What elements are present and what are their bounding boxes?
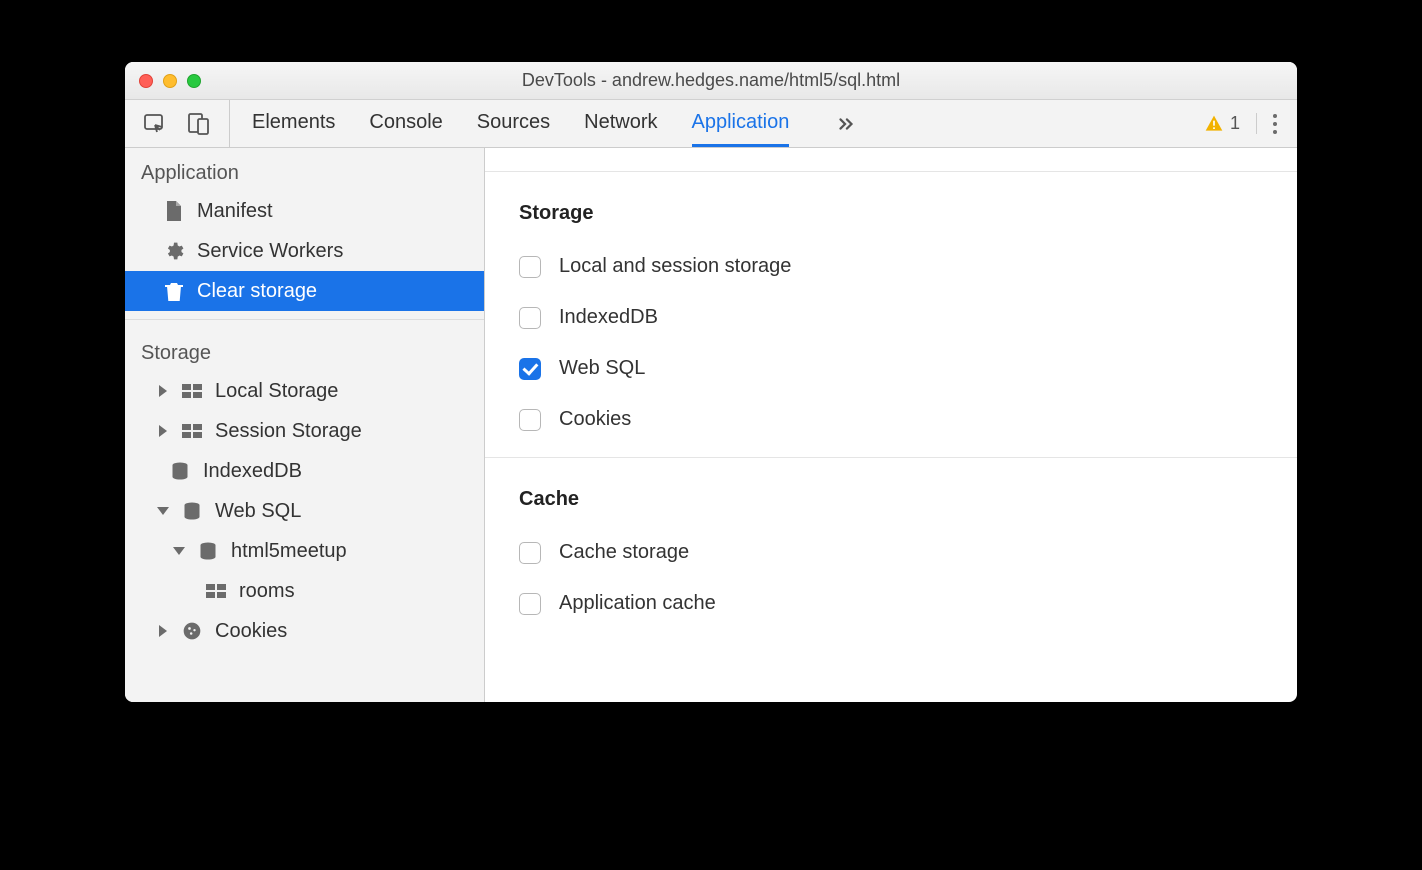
sidebar-item-session-storage[interactable]: Session Storage bbox=[125, 411, 484, 451]
trash-icon bbox=[163, 281, 185, 301]
storage-icon bbox=[181, 424, 203, 438]
checkbox-label: Application cache bbox=[559, 592, 716, 615]
checkbox-app-cache[interactable] bbox=[519, 593, 541, 615]
checkbox-row-cache-storage[interactable]: Cache storage bbox=[519, 527, 1263, 578]
checkbox-row-app-cache[interactable]: Application cache bbox=[519, 578, 1263, 629]
database-icon bbox=[197, 541, 219, 561]
toolbar-left bbox=[125, 100, 230, 147]
checkbox-label: Cache storage bbox=[559, 541, 689, 564]
checkbox-web-sql[interactable] bbox=[519, 358, 541, 380]
tab-elements[interactable]: Elements bbox=[252, 100, 335, 147]
sidebar-item-label: IndexedDB bbox=[203, 460, 302, 483]
database-icon bbox=[181, 501, 203, 521]
section-storage: Storage Local and session storage Indexe… bbox=[485, 172, 1297, 458]
device-toolbar-icon[interactable] bbox=[187, 112, 211, 136]
storage-icon bbox=[181, 384, 203, 398]
checkbox-label: Web SQL bbox=[559, 357, 645, 380]
sidebar-item-manifest[interactable]: Manifest bbox=[125, 191, 484, 231]
main-content: Application Manifest Service Workers Cle… bbox=[125, 148, 1297, 702]
sidebar-item-label: Clear storage bbox=[197, 280, 317, 303]
checkbox-cookies[interactable] bbox=[519, 409, 541, 431]
sidebar-item-web-sql-database[interactable]: html5meetup bbox=[125, 531, 484, 571]
checkbox-row-indexeddb[interactable]: IndexedDB bbox=[519, 292, 1263, 343]
window-title: DevTools - andrew.hedges.name/html5/sql.… bbox=[125, 70, 1297, 91]
window-close-button[interactable] bbox=[139, 74, 153, 88]
sidebar-item-clear-storage[interactable]: Clear storage bbox=[125, 271, 484, 311]
file-icon bbox=[163, 201, 185, 221]
checkbox-cache-storage[interactable] bbox=[519, 542, 541, 564]
sidebar-item-cookies[interactable]: Cookies bbox=[125, 611, 484, 651]
sidebar-item-web-sql[interactable]: Web SQL bbox=[125, 491, 484, 531]
collapse-icon[interactable] bbox=[173, 547, 185, 555]
sidebar-section-application: Application bbox=[125, 148, 484, 191]
tab-console[interactable]: Console bbox=[369, 100, 442, 147]
sidebar-item-label: Local Storage bbox=[215, 380, 338, 403]
sidebar-item-label: Cookies bbox=[215, 620, 287, 643]
main-header-strip bbox=[485, 148, 1297, 172]
checkbox-local-session[interactable] bbox=[519, 256, 541, 278]
traffic-lights bbox=[139, 74, 201, 88]
expand-icon[interactable] bbox=[157, 625, 169, 637]
sidebar-item-label: Manifest bbox=[197, 200, 273, 223]
devtools-window: DevTools - andrew.hedges.name/html5/sql.… bbox=[125, 62, 1297, 702]
checkbox-row-cookies[interactable]: Cookies bbox=[519, 394, 1263, 445]
expand-icon[interactable] bbox=[157, 385, 169, 397]
checkbox-indexeddb[interactable] bbox=[519, 307, 541, 329]
sidebar-item-web-sql-table[interactable]: rooms bbox=[125, 571, 484, 611]
sidebar-item-service-workers[interactable]: Service Workers bbox=[125, 231, 484, 271]
toolbar-tabs: Elements Console Sources Network Applica… bbox=[230, 100, 857, 147]
database-icon bbox=[169, 461, 191, 481]
sidebar-item-label: Web SQL bbox=[215, 500, 301, 523]
window-minimize-button[interactable] bbox=[163, 74, 177, 88]
sidebar-item-indexeddb[interactable]: IndexedDB bbox=[125, 451, 484, 491]
sidebar: Application Manifest Service Workers Cle… bbox=[125, 148, 485, 702]
sidebar-item-label: rooms bbox=[239, 580, 295, 603]
tab-network[interactable]: Network bbox=[584, 100, 657, 147]
gear-icon bbox=[163, 241, 185, 261]
settings-menu-icon[interactable] bbox=[1273, 114, 1277, 134]
tab-sources[interactable]: Sources bbox=[477, 100, 550, 147]
expand-icon[interactable] bbox=[157, 425, 169, 437]
checkbox-label: Cookies bbox=[559, 408, 631, 431]
section-cache: Cache Cache storage Application cache bbox=[485, 458, 1297, 641]
tabs-overflow-icon[interactable] bbox=[823, 100, 857, 147]
warning-count: 1 bbox=[1230, 113, 1240, 134]
sidebar-item-label: Service Workers bbox=[197, 240, 343, 263]
sidebar-separator bbox=[125, 319, 484, 320]
toolbar-right: 1 bbox=[1204, 113, 1297, 134]
sidebar-section-storage: Storage bbox=[125, 328, 484, 371]
sidebar-item-label: html5meetup bbox=[231, 540, 347, 563]
sidebar-item-local-storage[interactable]: Local Storage bbox=[125, 371, 484, 411]
checkbox-row-web-sql[interactable]: Web SQL bbox=[519, 343, 1263, 394]
table-icon bbox=[205, 584, 227, 598]
cookie-icon bbox=[181, 621, 203, 641]
inspect-element-icon[interactable] bbox=[143, 112, 167, 136]
devtools-toolbar: Elements Console Sources Network Applica… bbox=[125, 100, 1297, 148]
section-title-storage: Storage bbox=[519, 202, 1263, 225]
sidebar-item-label: Session Storage bbox=[215, 420, 362, 443]
title-bar: DevTools - andrew.hedges.name/html5/sql.… bbox=[125, 62, 1297, 100]
section-title-cache: Cache bbox=[519, 488, 1263, 511]
collapse-icon[interactable] bbox=[157, 507, 169, 515]
checkbox-label: Local and session storage bbox=[559, 255, 791, 278]
checkbox-label: IndexedDB bbox=[559, 306, 658, 329]
warning-indicator[interactable]: 1 bbox=[1204, 113, 1257, 134]
checkbox-row-local-session[interactable]: Local and session storage bbox=[519, 241, 1263, 292]
tab-application[interactable]: Application bbox=[692, 100, 790, 147]
main-panel: Storage Local and session storage Indexe… bbox=[485, 148, 1297, 702]
window-maximize-button[interactable] bbox=[187, 74, 201, 88]
